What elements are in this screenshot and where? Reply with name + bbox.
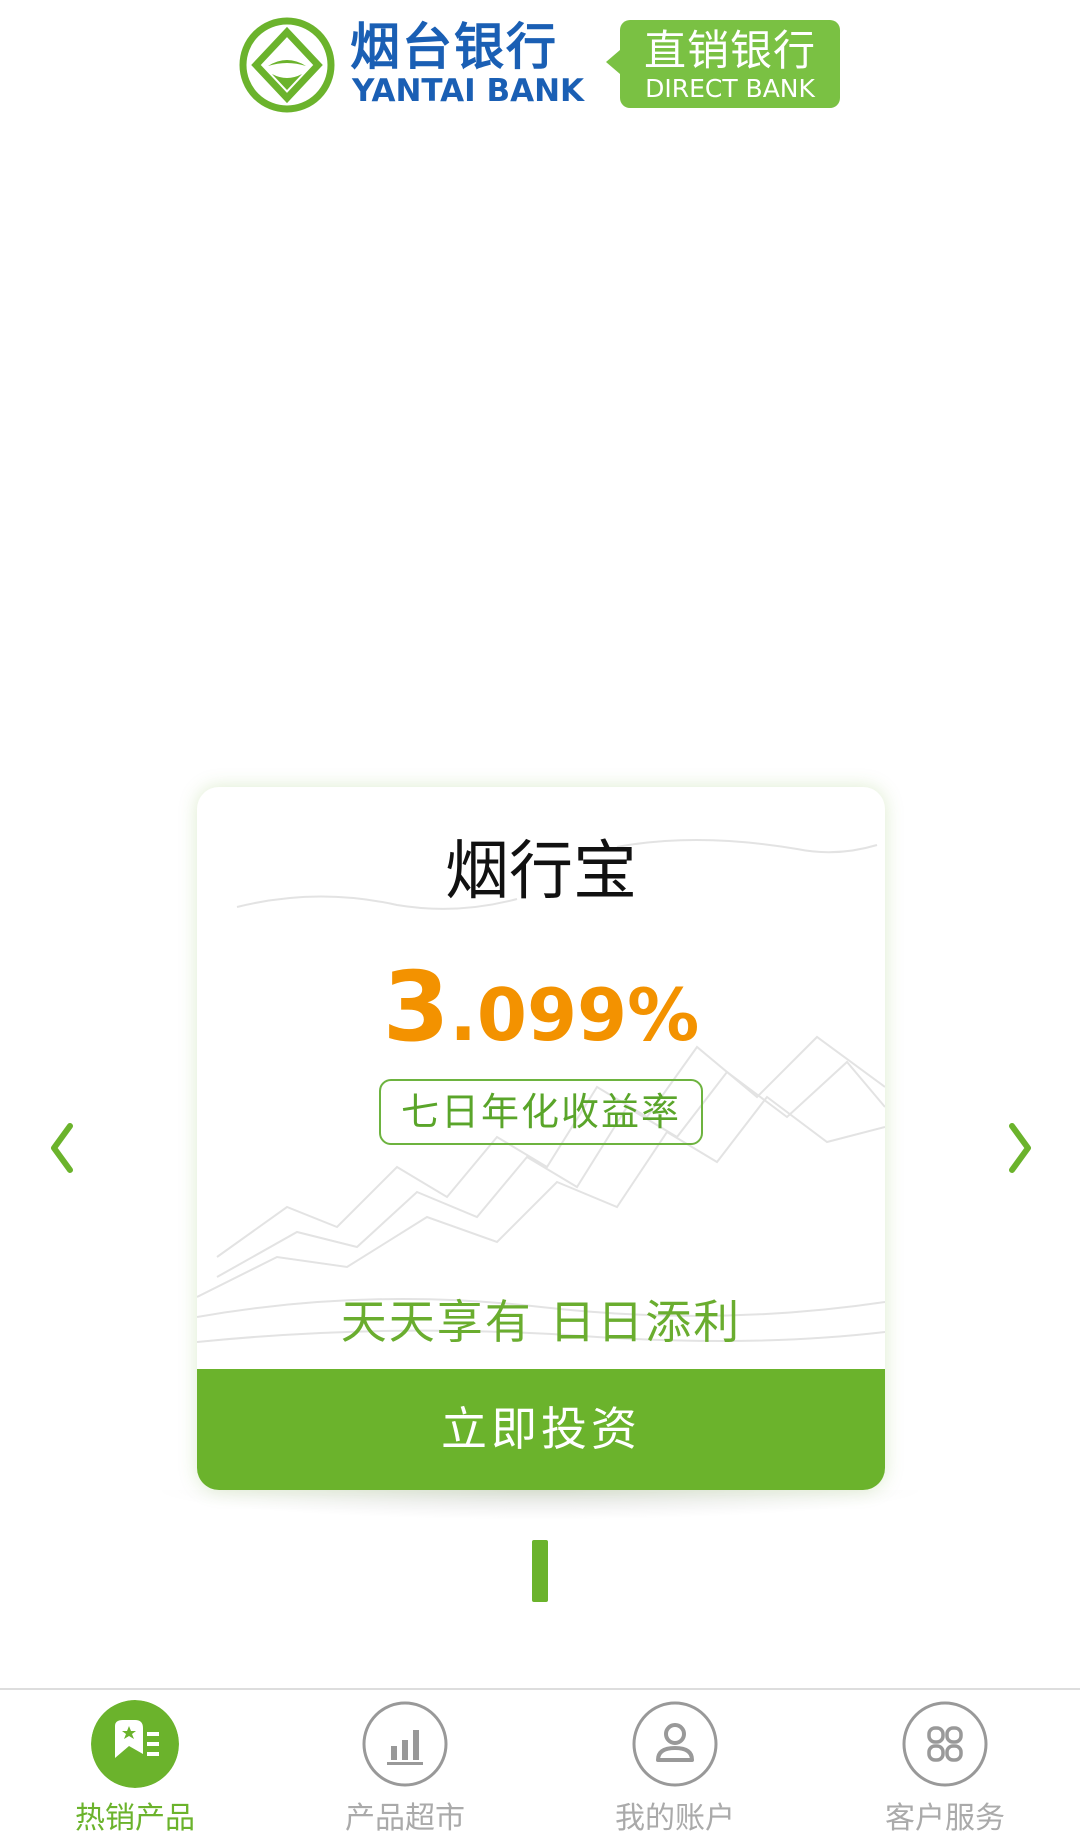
tab-label: 热销产品 — [75, 1801, 195, 1836]
hot-products-icon — [91, 1700, 179, 1788]
service-grid-icon — [902, 1701, 988, 1787]
user-icon — [632, 1701, 718, 1787]
product-card: 烟行宝 3.099% 七日年化收益率 天天享有 日日添利 立即投资 — [197, 787, 885, 1490]
bar-chart-icon — [362, 1701, 448, 1787]
card-shadow — [150, 1490, 930, 1520]
app-screen: 烟台银行 YANTAI BANK 直销银行 DIRECT BANK 烟行宝 3. — [0, 0, 1080, 1840]
tab-label: 客户服务 — [885, 1801, 1005, 1836]
bank-name-en: YANTAI BANK — [352, 73, 585, 109]
tab-my-account[interactable]: 我的账户 — [540, 1690, 810, 1840]
tab-label: 产品超市 — [345, 1801, 465, 1836]
yield-rate-decimal: .099% — [449, 973, 700, 1057]
chevron-right-icon[interactable] — [1000, 1120, 1040, 1176]
direct-bank-badge-cn: 直销银行 — [643, 26, 816, 75]
chevron-left-icon[interactable] — [42, 1120, 82, 1176]
yield-rate-integer: 3 — [382, 951, 450, 1063]
bank-name-cn: 烟台银行 — [350, 18, 558, 76]
tab-label: 我的账户 — [615, 1801, 735, 1836]
yantai-bank-logo-icon — [239, 17, 335, 113]
invest-now-button[interactable]: 立即投资 — [197, 1369, 885, 1490]
header: 烟台银行 YANTAI BANK 直销银行 DIRECT BANK — [0, 0, 1080, 130]
direct-bank-badge-en: DIRECT BANK — [645, 74, 815, 103]
tab-hot-products[interactable]: 热销产品 — [0, 1690, 270, 1840]
product-name: 烟行宝 — [445, 835, 637, 909]
product-slogan: 天天享有 日日添利 — [340, 1295, 742, 1349]
tab-customer-service[interactable]: 客户服务 — [810, 1690, 1080, 1840]
carousel-page-indicator — [532, 1540, 548, 1602]
tab-product-market[interactable]: 产品超市 — [270, 1690, 540, 1840]
direct-bank-badge: 直销银行 DIRECT BANK — [606, 20, 840, 108]
yield-rate: 3.099% — [197, 952, 885, 1090]
yield-rate-label: 七日年化收益率 — [379, 1079, 703, 1145]
bottom-tab-bar: 热销产品 产品超市 我的账户 客户服务 — [0, 1688, 1080, 1840]
